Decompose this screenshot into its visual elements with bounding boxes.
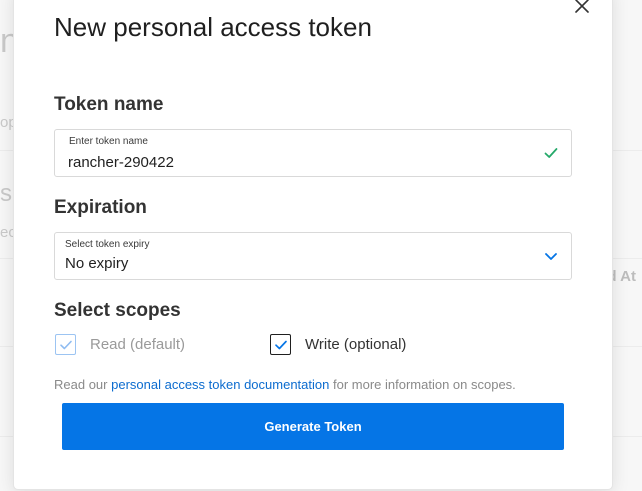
token-name-field[interactable]: Enter token name: [54, 129, 572, 177]
check-icon: [275, 340, 287, 350]
background-heading-fragment: s: [0, 180, 12, 207]
read-scope: Read (default): [55, 334, 185, 355]
generate-token-button[interactable]: Generate Token: [62, 403, 564, 450]
write-scope-checkbox[interactable]: [270, 334, 291, 355]
expiration-heading: Expiration: [54, 197, 147, 218]
modal-title: New personal access token: [54, 12, 372, 42]
help-suffix: for more information on scopes.: [332, 377, 516, 392]
token-docs-link[interactable]: personal access token documentation: [111, 377, 329, 392]
close-icon: [575, 0, 589, 13]
expiry-select[interactable]: Select token expiry No expiry: [54, 232, 572, 280]
write-scope: Write (optional): [270, 334, 406, 355]
expiry-selected-value: No expiry: [65, 255, 129, 272]
chevron-down-icon: [545, 253, 557, 260]
token-name-field-label: Enter token name: [69, 136, 148, 147]
scopes-help-text: Read our personal access token documenta…: [54, 377, 516, 392]
scopes-heading: Select scopes: [54, 300, 181, 321]
read-scope-checkbox[interactable]: [55, 334, 76, 355]
token-name-input[interactable]: [68, 152, 508, 172]
new-token-modal: New personal access token Token name Ent…: [14, 0, 612, 489]
expiry-field-label: Select token expiry: [65, 239, 150, 250]
help-prefix: Read our: [54, 377, 108, 392]
write-scope-label: Write (optional): [305, 336, 407, 353]
check-icon: [544, 148, 558, 158]
read-scope-label: Read (default): [90, 336, 186, 353]
close-button[interactable]: [574, 0, 590, 14]
check-icon: [60, 340, 72, 350]
token-name-heading: Token name: [54, 94, 164, 115]
